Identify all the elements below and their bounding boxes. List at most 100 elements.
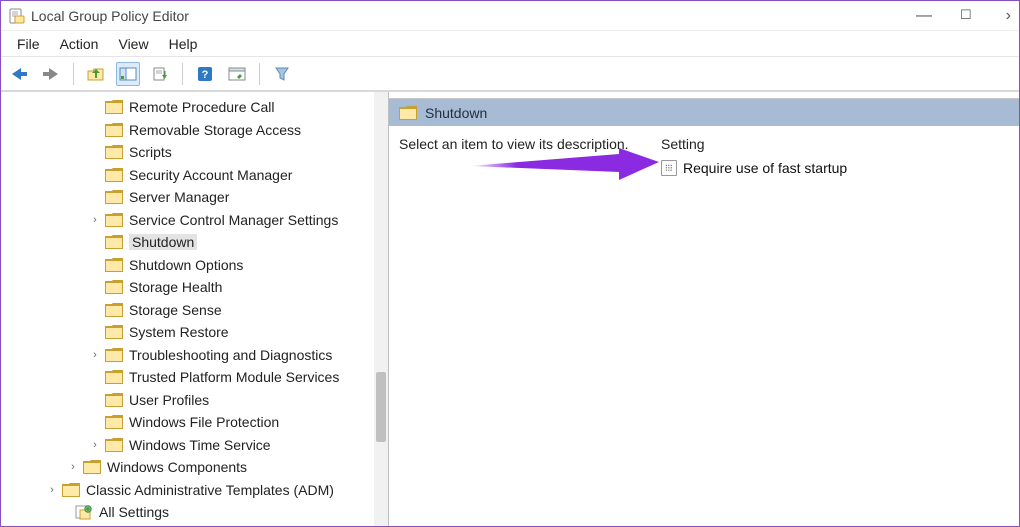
app-icon xyxy=(9,8,25,24)
tree-item-label: Windows Time Service xyxy=(129,437,271,453)
folder-icon xyxy=(105,370,123,384)
tree-item[interactable]: Trusted Platform Module Services xyxy=(1,366,388,389)
tree-item-label: Security Account Manager xyxy=(129,167,292,183)
tree-item-label: Windows Components xyxy=(107,459,247,475)
maximize-button[interactable]: ☐ xyxy=(960,8,972,24)
tree-item[interactable]: User Profiles xyxy=(1,389,388,412)
folder-icon xyxy=(105,415,123,429)
folder-icon xyxy=(62,483,80,497)
tree-item-label: Shutdown Options xyxy=(129,257,243,273)
folder-icon xyxy=(105,280,123,294)
tree-item[interactable]: Remote Procedure Call xyxy=(1,96,388,119)
settings-column-header[interactable]: Setting xyxy=(659,134,1009,158)
tree-item[interactable]: Removable Storage Access xyxy=(1,119,388,142)
tree-item-label: Shutdown xyxy=(129,234,197,250)
tree-item-label: Storage Health xyxy=(129,279,222,295)
menu-file[interactable]: File xyxy=(7,34,50,54)
folder-icon xyxy=(105,123,123,137)
menu-help[interactable]: Help xyxy=(159,34,208,54)
tree-item[interactable]: Shutdown Options xyxy=(1,254,388,277)
tree-item-label: All Settings xyxy=(99,504,169,520)
tree-item[interactable]: Scripts xyxy=(1,141,388,164)
close-button[interactable]: › xyxy=(1006,8,1011,24)
title-bar: Local Group Policy Editor — ☐ › xyxy=(1,1,1019,31)
policy-item[interactable]: Require use of fast startup xyxy=(659,158,1009,178)
tree-pane: Remote Procedure Call Removable Storage A… xyxy=(1,92,389,526)
tree-item[interactable]: Storage Health xyxy=(1,276,388,299)
tree-item[interactable]: › Troubleshooting and Diagnostics xyxy=(1,344,388,367)
folder-icon xyxy=(105,348,123,362)
folder-icon xyxy=(105,235,123,249)
tree-item[interactable]: Shutdown xyxy=(1,231,388,254)
folder-icon xyxy=(105,168,123,182)
settings-list: Setting Require use of fast startup xyxy=(659,134,1009,178)
tree-item[interactable]: Server Manager xyxy=(1,186,388,209)
help-button[interactable]: ? xyxy=(193,62,217,86)
up-one-level-button[interactable] xyxy=(84,62,108,86)
show-hide-tree-button[interactable] xyxy=(116,62,140,86)
folder-icon xyxy=(399,106,417,120)
expand-chevron-icon[interactable]: › xyxy=(89,214,101,226)
menu-view[interactable]: View xyxy=(108,34,158,54)
policy-item-label: Require use of fast startup xyxy=(683,160,847,176)
minimize-button[interactable]: — xyxy=(916,8,932,24)
tree-item[interactable]: System Restore xyxy=(1,321,388,344)
tree-item-label: Troubleshooting and Diagnostics xyxy=(129,347,332,363)
folder-icon xyxy=(105,258,123,272)
svg-text:?: ? xyxy=(202,69,209,81)
forward-button[interactable] xyxy=(39,62,63,86)
window-controls: — ☐ › xyxy=(916,8,1011,24)
tree-item-label: Removable Storage Access xyxy=(129,122,301,138)
content-pane: Shutdown Select an item to view its desc… xyxy=(389,92,1019,526)
all-settings-icon xyxy=(75,504,93,520)
tree-item-label: Service Control Manager Settings xyxy=(129,212,338,228)
folder-icon xyxy=(105,438,123,452)
tree-item[interactable]: › Service Control Manager Settings xyxy=(1,209,388,232)
tree-item-label: Windows File Protection xyxy=(129,414,279,430)
tree-item-label: System Restore xyxy=(129,324,229,340)
folder-icon xyxy=(105,145,123,159)
properties-button[interactable] xyxy=(225,62,249,86)
toolbar: ? xyxy=(1,57,1019,91)
tree-item-label: Trusted Platform Module Services xyxy=(129,369,339,385)
back-button[interactable] xyxy=(7,62,31,86)
menu-bar: File Action View Help xyxy=(1,31,1019,57)
menu-action[interactable]: Action xyxy=(50,34,109,54)
folder-icon xyxy=(105,190,123,204)
filter-button[interactable] xyxy=(270,62,294,86)
tree-item[interactable]: Storage Sense xyxy=(1,299,388,322)
export-list-button[interactable] xyxy=(148,62,172,86)
tree-item[interactable]: Security Account Manager xyxy=(1,164,388,187)
scrollbar-thumb[interactable] xyxy=(376,372,386,442)
tree-item-label: User Profiles xyxy=(129,392,209,408)
tree-item[interactable]: › Windows Time Service xyxy=(1,434,388,457)
content-header-title: Shutdown xyxy=(425,105,487,121)
content-body: Select an item to view its description. … xyxy=(389,126,1019,186)
expand-chevron-icon[interactable]: › xyxy=(46,484,58,496)
folder-icon xyxy=(105,213,123,227)
tree-item[interactable]: All Settings xyxy=(1,501,388,524)
folder-icon xyxy=(105,393,123,407)
expand-chevron-icon[interactable]: › xyxy=(67,461,79,473)
folder-icon xyxy=(105,325,123,339)
tree-item-label: Storage Sense xyxy=(129,302,222,318)
window-frame: Local Group Policy Editor — ☐ › File Act… xyxy=(0,0,1020,527)
nav-tree[interactable]: Remote Procedure Call Removable Storage A… xyxy=(1,92,388,524)
main-split: Remote Procedure Call Removable Storage A… xyxy=(1,91,1019,526)
tree-item[interactable]: › Classic Administrative Templates (ADM) xyxy=(1,479,388,502)
description-placeholder: Select an item to view its description. xyxy=(399,134,659,178)
policy-icon xyxy=(661,160,677,176)
folder-icon xyxy=(105,100,123,114)
window-title: Local Group Policy Editor xyxy=(31,8,189,24)
tree-item[interactable]: › Windows Components xyxy=(1,456,388,479)
tree-item-label: Classic Administrative Templates (ADM) xyxy=(86,482,334,498)
folder-icon xyxy=(105,303,123,317)
tree-scrollbar[interactable] xyxy=(374,92,388,526)
tree-item-label: Remote Procedure Call xyxy=(129,99,275,115)
content-header: Shutdown xyxy=(389,98,1019,126)
tree-item-label: Scripts xyxy=(129,144,172,160)
expand-chevron-icon[interactable]: › xyxy=(89,349,101,361)
expand-chevron-icon[interactable]: › xyxy=(89,439,101,451)
tree-item-label: Server Manager xyxy=(129,189,229,205)
tree-item[interactable]: Windows File Protection xyxy=(1,411,388,434)
